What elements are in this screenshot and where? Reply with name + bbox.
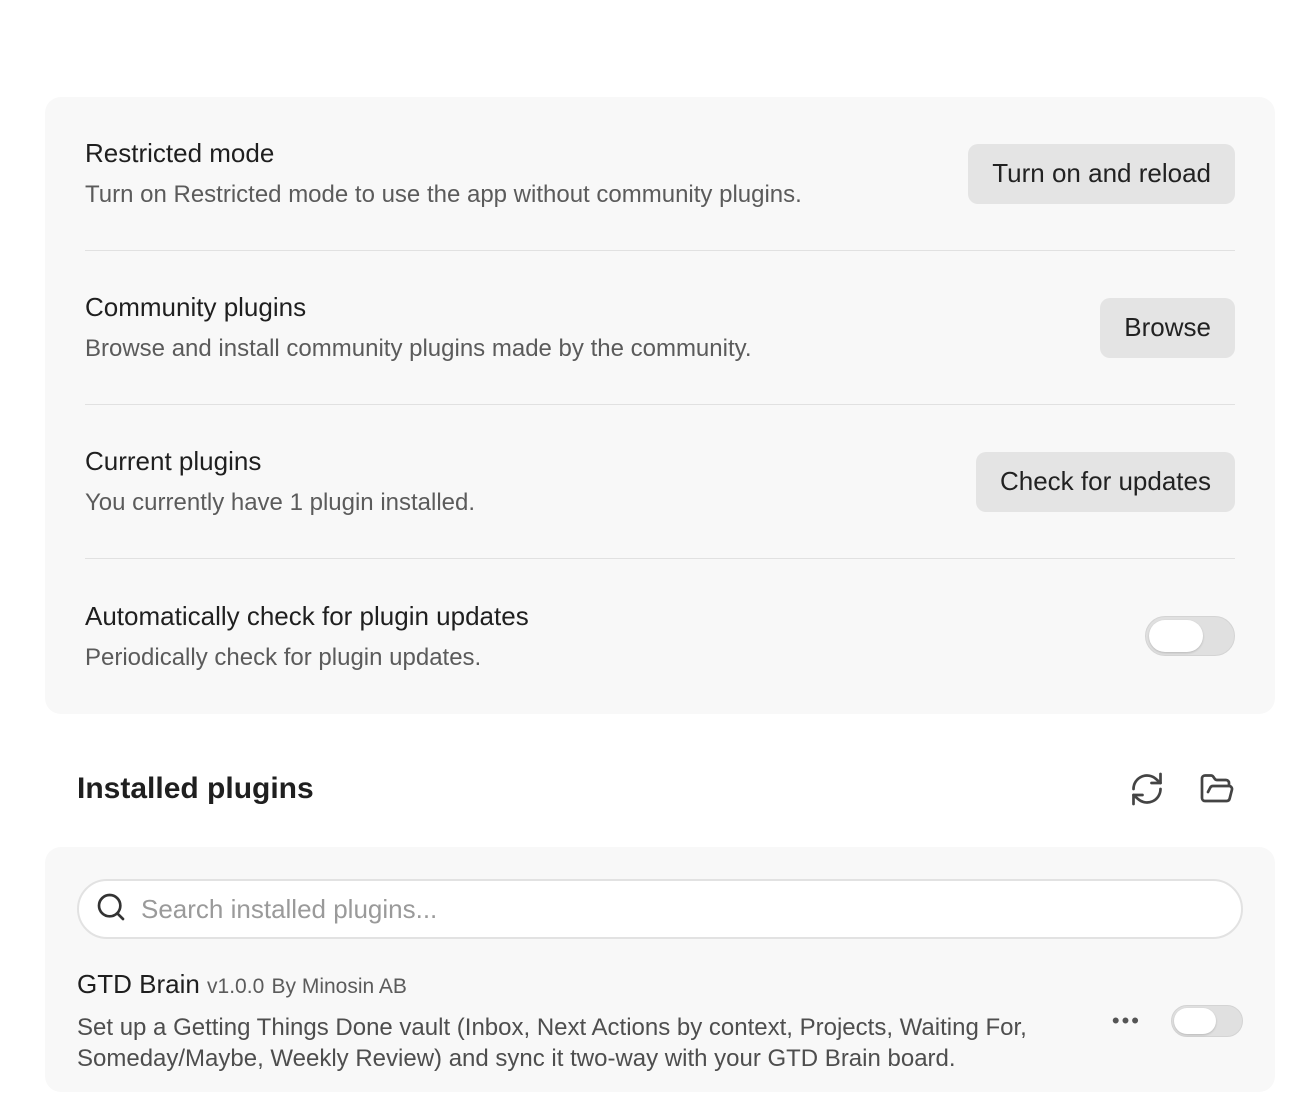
setting-name: Community plugins <box>85 292 307 322</box>
folder-open-icon[interactable] <box>1197 769 1237 809</box>
setting-name: Automatically check for plugin updates <box>85 600 529 631</box>
setting-community-plugins: Community plugins Browse and install com… <box>85 251 1235 405</box>
toggle-knob <box>1174 1008 1216 1034</box>
setting-description: Browse and install community plugins mad… <box>85 335 752 362</box>
settings-card: Restricted mode Turn on Restricted mode … <box>45 97 1275 714</box>
setting-auto-check-updates: Automatically check for plugin updates P… <box>85 559 1235 713</box>
setting-name: Restricted mode <box>85 138 275 168</box>
setting-description: You currently have 1 plugin installed. <box>85 489 476 516</box>
installed-plugins-card: GTD Brain v1.0.0 By Minosin AB Set up a … <box>45 847 1275 1092</box>
more-horizontal-icon[interactable]: ••• <box>1112 1010 1141 1032</box>
reload-icon[interactable] <box>1127 769 1167 809</box>
search-icon <box>95 891 127 928</box>
toggle-knob <box>1149 620 1203 652</box>
plugin-enable-toggle[interactable] <box>1171 1005 1243 1037</box>
plugin-name: GTD Brain <box>77 969 200 999</box>
plugin-description: Set up a Getting Things Done vault (Inbo… <box>77 1014 1027 1072</box>
browse-button[interactable]: Browse <box>1100 297 1235 358</box>
plugin-author: By Minosin AB <box>271 975 407 998</box>
setting-current-plugins: Current plugins You currently have 1 plu… <box>85 405 1235 559</box>
plugin-item: GTD Brain v1.0.0 By Minosin AB Set up a … <box>77 969 1243 1074</box>
setting-description: Turn on Restricted mode to use the app w… <box>85 181 802 208</box>
installed-plugins-header: Installed plugins <box>77 760 1237 818</box>
plugin-version: v1.0.0 <box>207 975 265 998</box>
section-title: Installed plugins <box>77 772 314 805</box>
auto-check-updates-toggle[interactable] <box>1145 616 1235 656</box>
turn-on-and-reload-button[interactable]: Turn on and reload <box>968 143 1235 204</box>
search-box <box>77 879 1243 939</box>
search-input[interactable] <box>139 892 1241 926</box>
setting-name: Current plugins <box>85 446 262 476</box>
setting-description: Periodically check for plugin updates. <box>85 643 482 671</box>
check-for-updates-button[interactable]: Check for updates <box>975 451 1235 512</box>
setting-restricted-mode: Restricted mode Turn on Restricted mode … <box>85 97 1235 251</box>
